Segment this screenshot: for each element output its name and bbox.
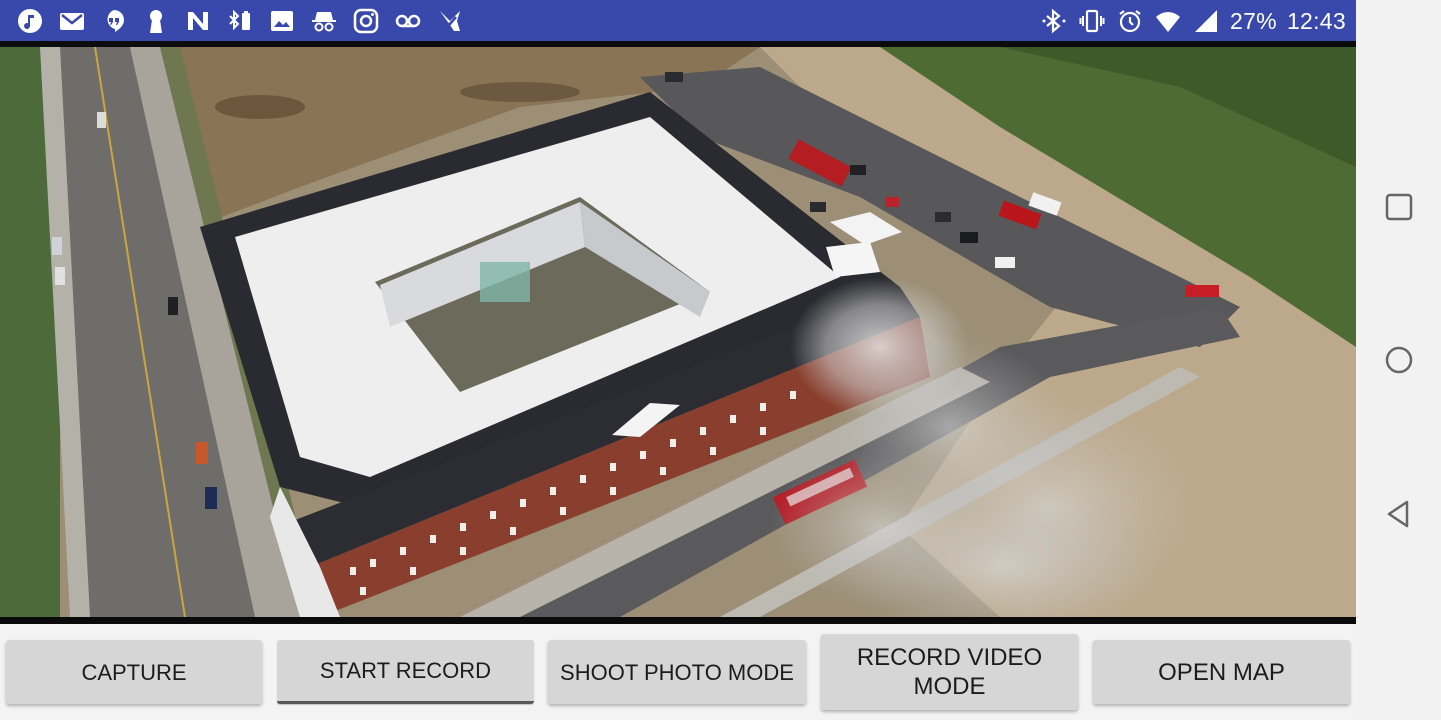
navigation-bar xyxy=(1356,0,1441,720)
battery-percentage: 27% xyxy=(1230,7,1277,34)
gmail-icon xyxy=(58,7,86,35)
music-note-icon xyxy=(16,7,44,35)
aerial-scene xyxy=(0,47,1356,617)
back-triangle-icon[interactable] xyxy=(1383,498,1415,530)
checkmark-app-icon xyxy=(436,7,464,35)
home-circle-icon[interactable] xyxy=(1383,344,1415,376)
open-map-button[interactable]: OPEN MAP xyxy=(1093,640,1350,704)
app-screen: 27% 12:43 CAPTURE START RECORD SHOOT PHO… xyxy=(0,0,1441,720)
record-video-mode-label-line1: RECORD VIDEO xyxy=(856,644,1043,671)
cell-signal-icon xyxy=(1192,7,1220,35)
voicemail-icon xyxy=(394,7,422,35)
control-button-row: CAPTURE START RECORD SHOOT PHOTO MODE RE… xyxy=(0,624,1356,720)
wifi-icon xyxy=(1154,7,1182,35)
bluetooth-icon xyxy=(1040,7,1068,35)
video-bottom-border xyxy=(0,617,1356,624)
shoot-photo-mode-button[interactable]: SHOOT PHOTO MODE xyxy=(548,640,806,704)
live-video-feed[interactable] xyxy=(0,47,1356,617)
record-video-mode-button[interactable]: RECORD VIDEO MODE xyxy=(821,634,1078,710)
bluetooth-battery-icon xyxy=(226,7,254,35)
keyhole-icon xyxy=(142,7,170,35)
notification-icons xyxy=(16,6,464,36)
instagram-icon xyxy=(352,7,380,35)
recents-square-icon[interactable] xyxy=(1383,191,1415,223)
status-bar: 27% 12:43 xyxy=(0,0,1356,41)
record-video-mode-label-line2: MODE xyxy=(913,673,986,700)
capture-button[interactable]: CAPTURE xyxy=(6,640,262,704)
hangouts-icon xyxy=(100,7,128,35)
start-record-button[interactable]: START RECORD xyxy=(277,640,534,704)
image-icon xyxy=(268,7,296,35)
vibrate-icon xyxy=(1078,7,1106,35)
vpn-n-icon xyxy=(184,7,212,35)
incognito-icon xyxy=(310,7,338,35)
clock-time: 12:43 xyxy=(1286,7,1346,34)
system-status: 27% 12:43 xyxy=(1040,6,1346,36)
alarm-icon xyxy=(1116,7,1144,35)
